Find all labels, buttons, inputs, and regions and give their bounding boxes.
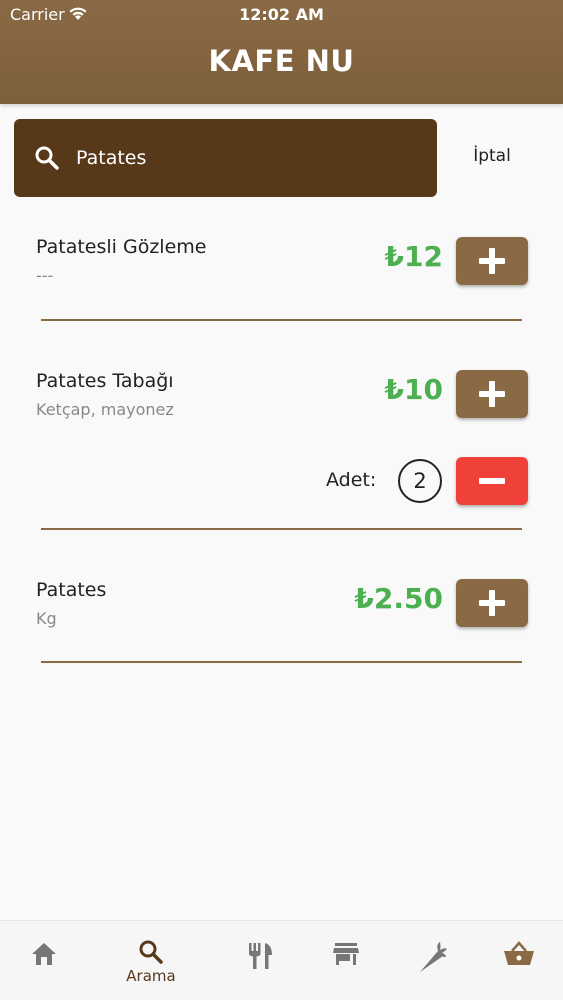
quantity-label: Adet: [326, 469, 377, 491]
divider [41, 661, 522, 663]
tab-search-label: Arama [126, 967, 176, 985]
item-name: Patates [36, 579, 107, 601]
status-bar: Carrier 12:02 AM [0, 0, 563, 30]
store-icon [333, 943, 359, 965]
item-description: --- [36, 266, 54, 285]
search-icon [139, 940, 163, 964]
tab-search[interactable]: Arama [111, 921, 191, 1000]
add-button[interactable] [456, 370, 528, 418]
search-icon [35, 146, 59, 170]
divider [41, 528, 522, 530]
search-input[interactable] [74, 139, 414, 177]
tab-menu[interactable] [220, 921, 300, 1000]
minus-icon [479, 478, 505, 484]
item-price: ₺12 [384, 240, 443, 273]
home-icon [32, 943, 56, 965]
plus-icon [479, 248, 505, 274]
add-button[interactable] [456, 579, 528, 627]
basket-icon [504, 941, 534, 965]
plus-icon [479, 381, 505, 407]
add-button[interactable] [456, 237, 528, 285]
tab-home[interactable] [4, 921, 84, 1000]
tab-store[interactable] [306, 921, 386, 1000]
plus-icon [479, 590, 505, 616]
item-price: ₺10 [384, 373, 443, 406]
tab-vegetables[interactable] [392, 921, 472, 1000]
app-header: Carrier 12:02 AM KAFE NU [0, 0, 563, 104]
tab-bar: Arama [0, 920, 563, 1000]
item-description: Kg [36, 609, 57, 628]
divider [41, 319, 522, 321]
carrot-icon [419, 942, 447, 973]
search-bar[interactable] [14, 119, 437, 197]
page-title: KAFE NU [208, 44, 355, 78]
tab-basket[interactable] [479, 921, 559, 1000]
item-description: Ketçap, mayonez [36, 400, 174, 419]
cancel-button[interactable]: İptal [452, 146, 532, 166]
status-time: 12:02 AM [239, 5, 324, 24]
remove-button[interactable] [456, 457, 528, 505]
item-price: ₺2.50 [354, 582, 443, 615]
item-name: Patates Tabağı [36, 370, 174, 392]
fork-knife-icon [249, 943, 272, 969]
item-name: Patatesli Gözleme [36, 236, 207, 258]
quantity-badge: 2 [398, 459, 442, 503]
